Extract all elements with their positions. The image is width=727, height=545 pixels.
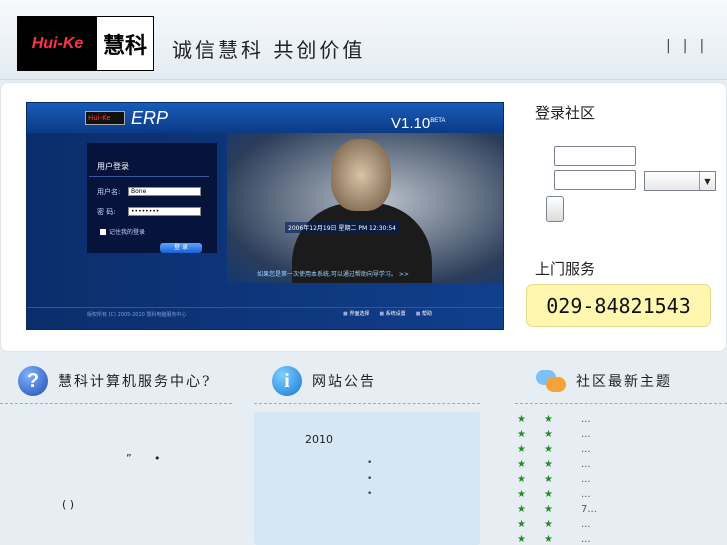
star-icon: ★ bbox=[517, 444, 526, 455]
star-icon: ★ bbox=[517, 429, 526, 440]
question-icon: ? bbox=[18, 366, 48, 396]
chat-bubbles-icon bbox=[536, 368, 566, 394]
topic-item[interactable]: ★ ★... bbox=[517, 534, 717, 545]
center-text: ” bbox=[126, 452, 132, 465]
star-icon: ★ bbox=[517, 504, 526, 515]
star-icon: ★ bbox=[517, 519, 526, 530]
center-text: • bbox=[154, 452, 161, 465]
logo-text-en: Hui-Ke bbox=[31, 34, 84, 52]
site-slogan: 诚信慧科 共创价值 bbox=[172, 38, 366, 62]
star-icon: ★ bbox=[517, 534, 526, 545]
banner-pass-label: 密 码: bbox=[97, 208, 116, 216]
banner-copyright: 版权所有 (C) 2005-2010 慧科电脑服务中心 bbox=[87, 312, 187, 318]
login-title: 登录社区 bbox=[535, 104, 596, 122]
topic-item[interactable]: ★ ★... bbox=[517, 444, 717, 459]
top-link[interactable]: | bbox=[699, 38, 704, 54]
center-text: ( ) bbox=[62, 498, 75, 511]
star-icon: ★ bbox=[544, 429, 553, 440]
topic-item[interactable]: ★ ★ 7... bbox=[517, 504, 717, 519]
chevron-down-icon: ▼ bbox=[699, 172, 715, 190]
top-link[interactable]: | bbox=[666, 38, 671, 54]
topic-item[interactable]: ★ ★... bbox=[517, 459, 717, 474]
top-link[interactable]: | bbox=[683, 38, 688, 54]
info-icon: i bbox=[272, 366, 302, 396]
site-header: Hui-Ke 慧科 诚信慧科 共创价值 | | | bbox=[0, 0, 727, 80]
topics-title: 社区最新主题 bbox=[576, 374, 672, 390]
star-icon: ★ bbox=[544, 504, 553, 515]
notice-title: 网站公告 bbox=[312, 374, 376, 390]
topics-heading: 社区最新主题 bbox=[536, 362, 672, 400]
topic-link[interactable]: ... bbox=[581, 534, 591, 545]
banner-datetime: 2006年12月19日 星期二 PM 12:30:54 bbox=[285, 222, 400, 233]
star-icon: ★ bbox=[517, 474, 526, 485]
topic-link[interactable]: ... bbox=[581, 444, 591, 455]
login-type-select[interactable]: ▼ bbox=[644, 171, 716, 191]
notice-bullet: • bbox=[367, 489, 373, 499]
star-icon: ★ bbox=[544, 474, 553, 485]
topic-item[interactable]: ★ ★... bbox=[517, 474, 717, 489]
star-icon: ★ bbox=[517, 489, 526, 500]
banner-person bbox=[331, 139, 391, 211]
banner-login-title: 用户登录 bbox=[97, 162, 129, 171]
service-title: 上门服务 bbox=[535, 260, 596, 278]
star-icon: ★ bbox=[544, 459, 553, 470]
star-icon: ★ bbox=[517, 459, 526, 470]
star-icon: ★ bbox=[544, 414, 553, 425]
banner-hint: 如果您是第一次使用本系统,可以通过帮助向导学习。 >> bbox=[257, 271, 409, 278]
password-input[interactable] bbox=[554, 170, 636, 190]
banner-login-box bbox=[87, 143, 217, 253]
banner-remember: 记住我的登录 bbox=[100, 227, 145, 236]
notice-heading: i 网站公告 bbox=[272, 362, 376, 400]
star-icon: ★ bbox=[544, 534, 553, 545]
topic-link[interactable]: ... bbox=[581, 489, 591, 500]
topic-link[interactable]: ... bbox=[581, 474, 591, 485]
login-submit-button[interactable] bbox=[546, 196, 564, 222]
banner-version: V1.10BETA bbox=[391, 115, 446, 132]
banner-user-label: 用户名: bbox=[97, 188, 121, 196]
banner-login-button: 登 录 bbox=[160, 243, 202, 253]
notice-year: 2010 bbox=[305, 433, 333, 446]
star-icon: ★ bbox=[517, 414, 526, 425]
topic-link[interactable]: 7... bbox=[581, 504, 597, 515]
topic-link[interactable]: ... bbox=[581, 429, 591, 440]
banner-pass-input: •••••••• bbox=[128, 207, 201, 216]
star-icon: ★ bbox=[544, 519, 553, 530]
center-title: 慧科计算机服务中心? bbox=[58, 374, 212, 390]
logo-text-cn: 慧科 bbox=[102, 33, 147, 59]
topic-link[interactable]: ... bbox=[581, 519, 591, 530]
banner-logo: Hui-Ke bbox=[85, 111, 125, 125]
service-phone: 029-84821543 bbox=[526, 284, 711, 327]
topic-item[interactable]: ★ ★... bbox=[517, 519, 717, 534]
erp-banner[interactable]: Hui-Ke ERP V1.10BETA 用户登录 用户名: Bone 密 码:… bbox=[26, 102, 504, 330]
topic-item[interactable]: ★ ★... bbox=[517, 489, 717, 504]
username-input[interactable] bbox=[554, 146, 636, 166]
top-links: | | | bbox=[666, 38, 704, 54]
topic-link[interactable]: ... bbox=[581, 414, 591, 425]
banner-tools: 界面选择 系统设置 帮助 bbox=[343, 310, 432, 317]
star-icon: ★ bbox=[544, 489, 553, 500]
banner-user-input: Bone bbox=[128, 187, 201, 196]
notice-bullet: • bbox=[367, 474, 373, 484]
topic-link[interactable]: ... bbox=[581, 459, 591, 470]
banner-erp-title: ERP bbox=[131, 108, 169, 128]
star-icon: ★ bbox=[544, 444, 553, 455]
topic-item[interactable]: ★ ★... bbox=[517, 414, 717, 429]
notice-bullet: • bbox=[367, 458, 373, 468]
site-logo[interactable]: Hui-Ke 慧科 bbox=[17, 16, 154, 71]
topic-item[interactable]: ★ ★... bbox=[517, 429, 717, 444]
center-heading: ? 慧科计算机服务中心? bbox=[18, 362, 212, 400]
